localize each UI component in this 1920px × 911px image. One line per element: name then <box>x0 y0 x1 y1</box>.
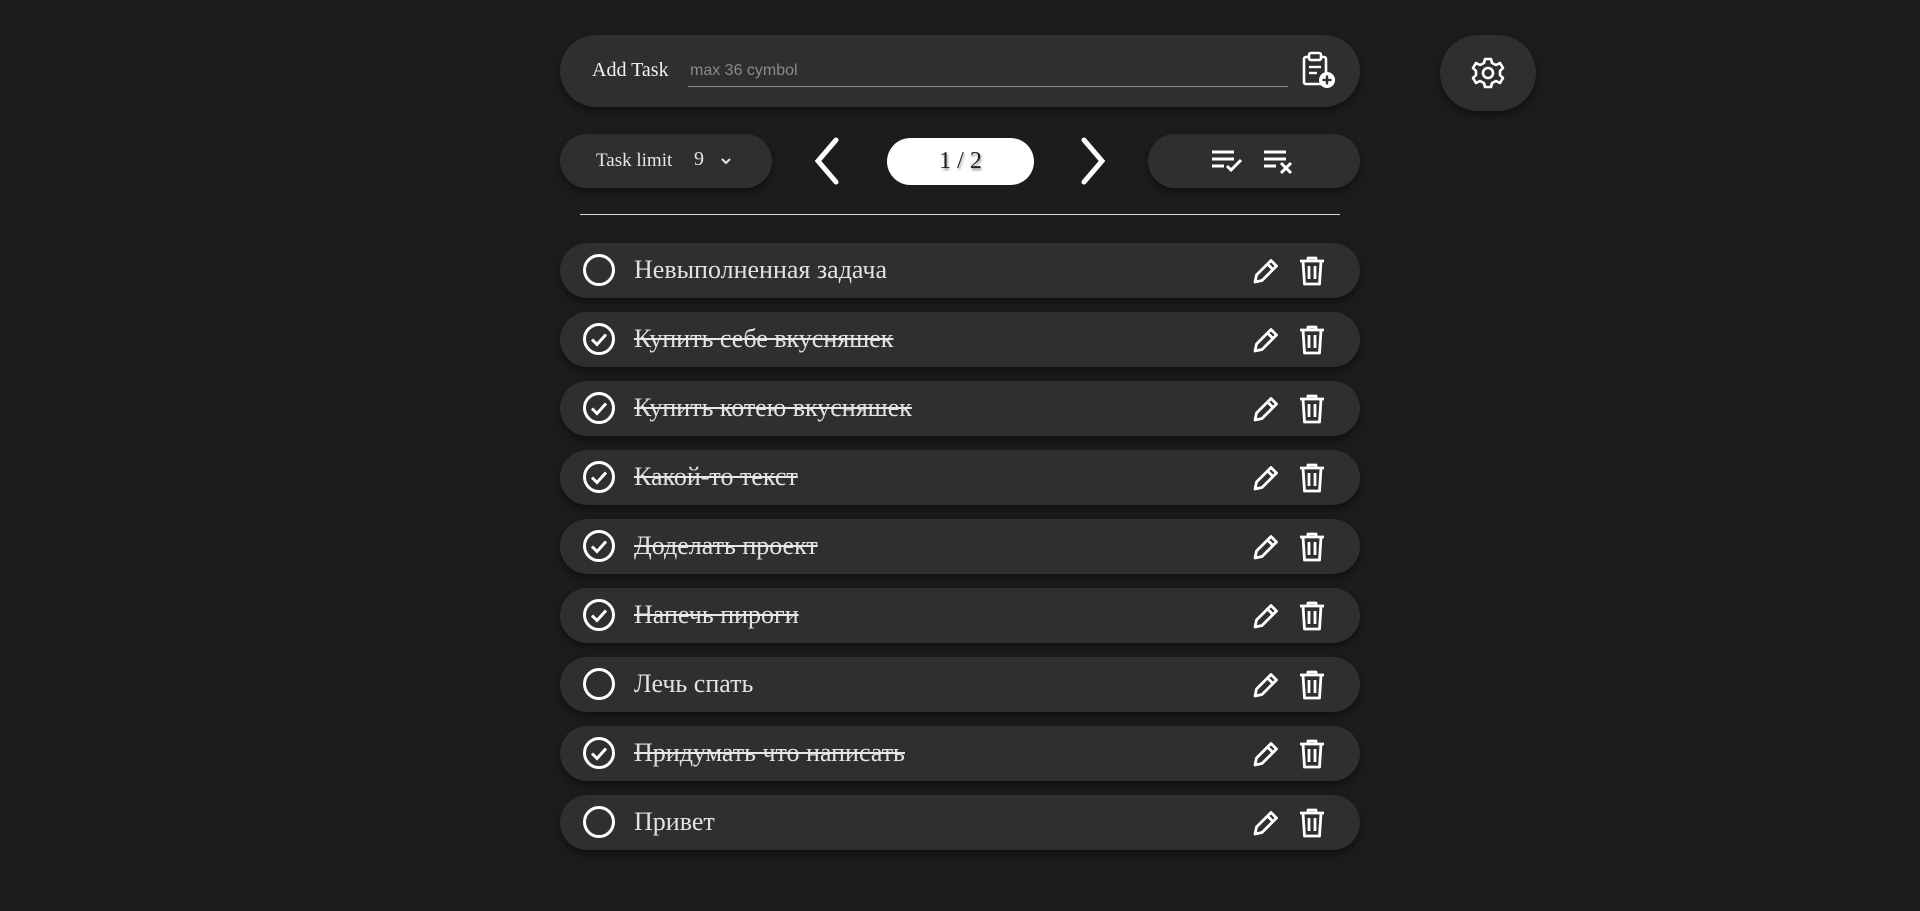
task-limit-value: 9 <box>694 148 704 170</box>
pencil-icon[interactable] <box>1250 738 1282 775</box>
task-row: Напечь пироги <box>560 588 1360 643</box>
pencil-icon[interactable] <box>1250 600 1282 637</box>
task-text: Купить себе вкусняшек <box>634 324 894 353</box>
complete-all-button[interactable] <box>1210 147 1244 180</box>
checked-circle-icon[interactable] <box>582 322 616 361</box>
task-text: Привет <box>634 807 715 836</box>
checked-circle-icon[interactable] <box>582 391 616 430</box>
gear-icon <box>1471 57 1505 89</box>
pencil-icon[interactable] <box>1250 531 1282 568</box>
pencil-icon[interactable] <box>1250 324 1282 361</box>
checked-circle-icon[interactable] <box>582 529 616 568</box>
task-row: Придумать что написать <box>560 726 1360 781</box>
task-row: Купить котею вкусняшек <box>560 381 1360 436</box>
task-text: Доделать проект <box>634 531 818 560</box>
task-row: Лечь спать <box>560 657 1360 712</box>
trash-icon[interactable] <box>1297 807 1327 844</box>
task-row: Привет <box>560 795 1360 850</box>
prev-page-button[interactable] <box>808 136 848 186</box>
clipboard-add-icon[interactable] <box>1298 51 1338 91</box>
trash-icon[interactable] <box>1297 393 1327 430</box>
trash-icon[interactable] <box>1297 462 1327 499</box>
task-limit-label: Task limit <box>596 150 673 171</box>
task-text: Какой-то текст <box>634 462 798 491</box>
list-remove-icon <box>1264 150 1293 175</box>
clear-all-button[interactable] <box>1262 147 1296 182</box>
task-text: Лечь спать <box>634 669 754 698</box>
trash-icon[interactable] <box>1297 669 1327 706</box>
bulk-actions-bar <box>1148 134 1360 188</box>
add-task-label: Add Task <box>592 59 669 81</box>
task-text: Напечь пироги <box>634 600 799 629</box>
pencil-icon[interactable] <box>1250 462 1282 499</box>
add-task-input[interactable] <box>688 55 1288 87</box>
checked-circle-icon[interactable] <box>582 460 616 499</box>
task-row: Доделать проект <box>560 519 1360 574</box>
pencil-icon[interactable] <box>1250 807 1282 844</box>
checked-circle-icon[interactable] <box>582 736 616 775</box>
unchecked-circle-icon[interactable] <box>582 253 616 292</box>
page-indicator: 1 / 2 <box>887 138 1034 185</box>
trash-icon[interactable] <box>1297 324 1327 361</box>
trash-icon[interactable] <box>1297 531 1327 568</box>
settings-button[interactable] <box>1440 35 1536 111</box>
chevron-down-icon <box>721 158 731 165</box>
task-text: Придумать что написать <box>634 738 905 767</box>
task-text: Невыполненная задача <box>634 255 888 284</box>
trash-icon[interactable] <box>1297 255 1327 292</box>
add-task-bar: Add Task <box>560 35 1360 107</box>
trash-icon[interactable] <box>1297 738 1327 775</box>
task-row: Какой-то текст <box>560 450 1360 505</box>
chevron-left-icon <box>814 137 839 185</box>
pencil-icon[interactable] <box>1250 393 1282 430</box>
checked-circle-icon[interactable] <box>582 598 616 637</box>
task-text: Купить котею вкусняшек <box>634 393 912 422</box>
trash-icon[interactable] <box>1297 600 1327 637</box>
unchecked-circle-icon[interactable] <box>582 667 616 706</box>
list-check-icon <box>1212 150 1243 173</box>
pencil-icon[interactable] <box>1250 669 1282 706</box>
chevron-right-icon <box>1081 137 1106 185</box>
next-page-button[interactable] <box>1072 136 1112 186</box>
task-row: Невыполненная задача <box>560 243 1360 298</box>
pencil-icon[interactable] <box>1250 255 1282 292</box>
task-row: Купить себе вкусняшек <box>560 312 1360 367</box>
divider <box>580 214 1340 215</box>
task-limit-select[interactable]: Task limit 9 <box>560 134 772 188</box>
unchecked-circle-icon[interactable] <box>582 805 616 844</box>
